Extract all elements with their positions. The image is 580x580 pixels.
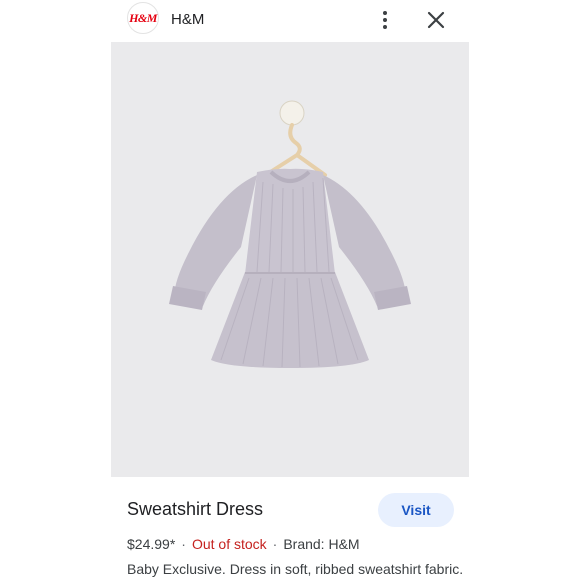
hanger-knob bbox=[279, 100, 305, 126]
site-name: H&M bbox=[171, 11, 205, 28]
bodice bbox=[245, 168, 335, 274]
product-image[interactable] bbox=[111, 42, 469, 477]
product-panel: H&M H&M Sweatshirt Dress Visit $24.99* ·… bbox=[111, 0, 469, 580]
close-button[interactable] bbox=[423, 7, 449, 33]
more-vert-icon-dot bbox=[383, 18, 387, 22]
more-vert-icon-dot bbox=[383, 25, 387, 29]
product-description: Baby Exclusive. Dress in soft, ribbed sw… bbox=[127, 561, 464, 577]
more-vert-icon bbox=[383, 11, 387, 15]
screen: H&M H&M Sweatshirt Dress Visit $24.99* ·… bbox=[0, 0, 580, 580]
dress-illustration bbox=[169, 100, 411, 368]
visit-button[interactable]: Visit bbox=[378, 493, 454, 527]
product-price: $24.99* bbox=[127, 536, 176, 552]
separator-dot: · bbox=[272, 536, 278, 552]
product-title[interactable]: Sweatshirt Dress bbox=[127, 499, 263, 520]
brand-logo-text: H&M bbox=[129, 10, 157, 25]
close-icon bbox=[427, 11, 445, 29]
product-meta: $24.99* · Out of stock · Brand: H&M bbox=[127, 536, 360, 552]
top-bar: H&M H&M bbox=[111, 0, 469, 42]
more-options-button[interactable] bbox=[373, 6, 397, 34]
stock-status: Out of stock bbox=[191, 536, 267, 552]
separator-dot: · bbox=[181, 536, 186, 552]
product-info: Sweatshirt Dress Visit $24.99* · Out of st… bbox=[111, 477, 469, 580]
product-brand: Brand: H&M bbox=[283, 536, 360, 552]
brand-logo[interactable]: H&M bbox=[127, 2, 159, 34]
